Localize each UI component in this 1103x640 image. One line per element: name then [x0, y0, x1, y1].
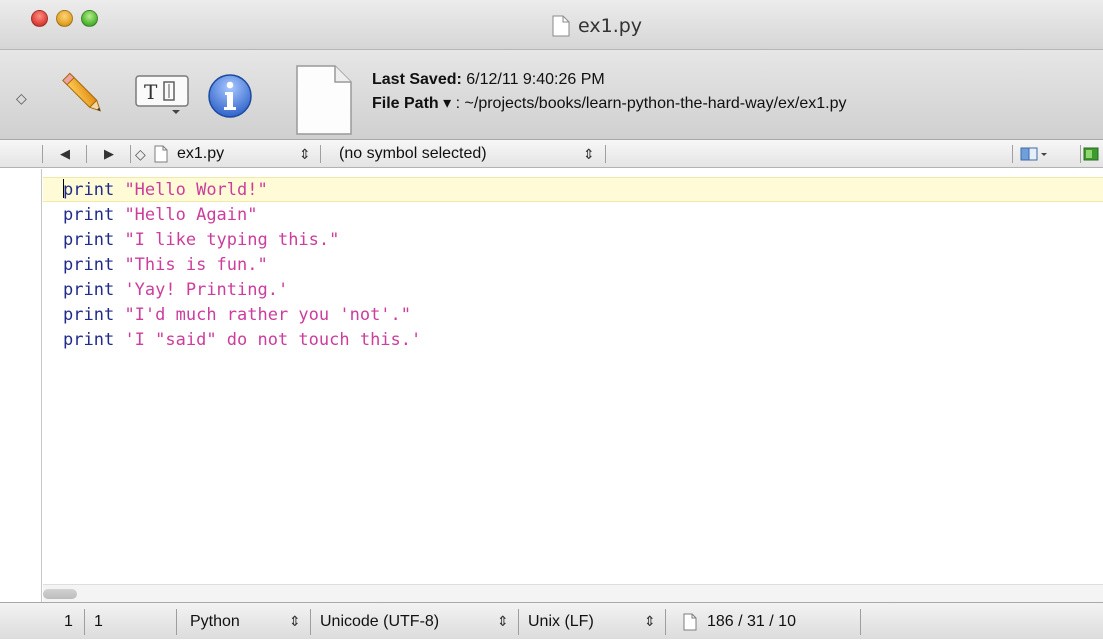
code-string: 'I "said" do not touch this.' — [124, 330, 422, 350]
file-info: Last Saved: 6/12/11 9:40:26 PM File Path… — [372, 68, 847, 116]
divider — [605, 145, 606, 163]
divider — [320, 145, 321, 163]
code-keyword: print — [63, 330, 115, 350]
document-stats-icon[interactable] — [683, 603, 697, 640]
info-icon[interactable] — [206, 72, 254, 120]
document-icon — [154, 145, 168, 163]
code-keyword: print — [63, 280, 115, 300]
last-saved-value: 6/12/11 9:40:26 PM — [466, 71, 605, 88]
code-string: "I'd much rather you 'not'." — [124, 305, 412, 325]
code-string: "Hello World!" — [124, 180, 268, 200]
navigation-bar: ◀ ▶ ◇ ex1.py ⇕ (no symbol selected) ⇕ — [0, 140, 1103, 168]
zoom-window-button[interactable] — [81, 10, 98, 27]
window-title-text: ex1.py — [578, 15, 643, 37]
file-popup-label[interactable]: ex1.py — [177, 140, 224, 168]
toolbar: ◇ T Last Saved: 6/12/11 9:40:26 PM File … — [0, 50, 1103, 140]
code-string: "This is fun." — [124, 255, 268, 275]
minimize-window-button[interactable] — [56, 10, 73, 27]
language-stepper-icon[interactable]: ⇕ — [289, 603, 301, 640]
file-path-dropdown-icon[interactable]: ▾ — [443, 95, 451, 112]
symbol-popup-stepper-icon[interactable]: ⇕ — [583, 140, 595, 168]
file-popup-stepper-icon[interactable]: ⇕ — [299, 140, 311, 168]
divider — [86, 145, 87, 163]
divider — [860, 609, 861, 635]
code-line: print "This is fun." — [43, 253, 1103, 278]
document-proxy-icon[interactable] — [552, 15, 570, 37]
bookmark-icon[interactable] — [1020, 140, 1048, 168]
pencil-icon[interactable] — [56, 68, 112, 124]
window-title-bar: ex1.py — [0, 0, 1103, 50]
code-line: print "Hello World!" — [43, 177, 1103, 202]
split-view-icon[interactable] — [1083, 140, 1099, 168]
document-icon[interactable] — [293, 64, 355, 136]
file-path-label[interactable]: File Path — [372, 95, 439, 112]
encoding-stepper-icon[interactable]: ⇕ — [497, 603, 509, 640]
code-string: 'Yay! Printing.' — [124, 280, 289, 300]
back-arrow-icon[interactable]: ◀ — [60, 140, 70, 168]
window-title: ex1.py — [552, 14, 642, 38]
divider — [1012, 145, 1013, 163]
cursor-column-number[interactable]: 1 — [94, 603, 103, 640]
code-line: print "I like typing this." — [43, 228, 1103, 253]
file-path-separator: : — [455, 95, 461, 112]
forward-arrow-icon[interactable]: ▶ — [104, 140, 114, 168]
file-path-value: ~/projects/books/learn-python-the-hard-w… — [464, 95, 847, 112]
divider — [42, 145, 43, 163]
scrollbar-thumb[interactable] — [43, 589, 77, 599]
divider — [665, 609, 666, 635]
code-keyword: print — [63, 305, 115, 325]
divider — [176, 609, 177, 635]
file-menu-icon[interactable] — [154, 140, 168, 168]
horizontal-scrollbar[interactable] — [43, 584, 1103, 602]
code-keyword: print — [63, 205, 115, 225]
close-window-button[interactable] — [31, 10, 48, 27]
line-number-gutter — [0, 169, 42, 602]
svg-text:T: T — [144, 80, 158, 104]
last-saved-label: Last Saved: — [372, 71, 462, 88]
divider — [518, 609, 519, 635]
last-saved-row: Last Saved: 6/12/11 9:40:26 PM — [372, 68, 847, 92]
code-line: print "Hello Again" — [43, 203, 1103, 228]
code-line: print 'I "said" do not touch this.' — [43, 328, 1103, 353]
divider — [310, 609, 311, 635]
cursor-line-number[interactable]: 1 — [64, 603, 73, 640]
code-string: "Hello Again" — [124, 205, 258, 225]
language-popup-label[interactable]: Python — [190, 603, 240, 640]
line-endings-stepper-icon[interactable]: ⇕ — [644, 603, 656, 640]
code-keyword: print — [63, 230, 115, 250]
document-stats[interactable]: 186 / 31 / 10 — [707, 603, 796, 640]
document-icon — [683, 613, 697, 630]
divider — [130, 145, 131, 163]
code-line: print 'Yay! Printing.' — [43, 278, 1103, 303]
file-path-row: File Path ▾ : ~/projects/books/learn-pyt… — [372, 92, 847, 116]
text-options-icon[interactable]: T — [132, 72, 192, 116]
marker-menu-icon[interactable]: ◇ — [135, 140, 146, 168]
code-string: "I like typing this." — [124, 230, 340, 250]
encoding-popup-label[interactable]: Unicode (UTF-8) — [320, 603, 439, 640]
toolbar-marker-icon[interactable]: ◇ — [16, 90, 27, 107]
code-editor[interactable]: print "Hello World!" print "Hello Again"… — [43, 169, 1103, 584]
divider — [1080, 145, 1081, 163]
line-endings-popup-label[interactable]: Unix (LF) — [528, 603, 594, 640]
status-bar: 1 1 Python ⇕ Unicode (UTF-8) ⇕ Unix (LF)… — [0, 602, 1103, 639]
divider — [84, 609, 85, 635]
code-line: print "I'd much rather you 'not'." — [43, 303, 1103, 328]
code-keyword: print — [63, 255, 115, 275]
code-keyword: print — [63, 180, 115, 200]
symbol-popup-label[interactable]: (no symbol selected) — [339, 140, 487, 168]
